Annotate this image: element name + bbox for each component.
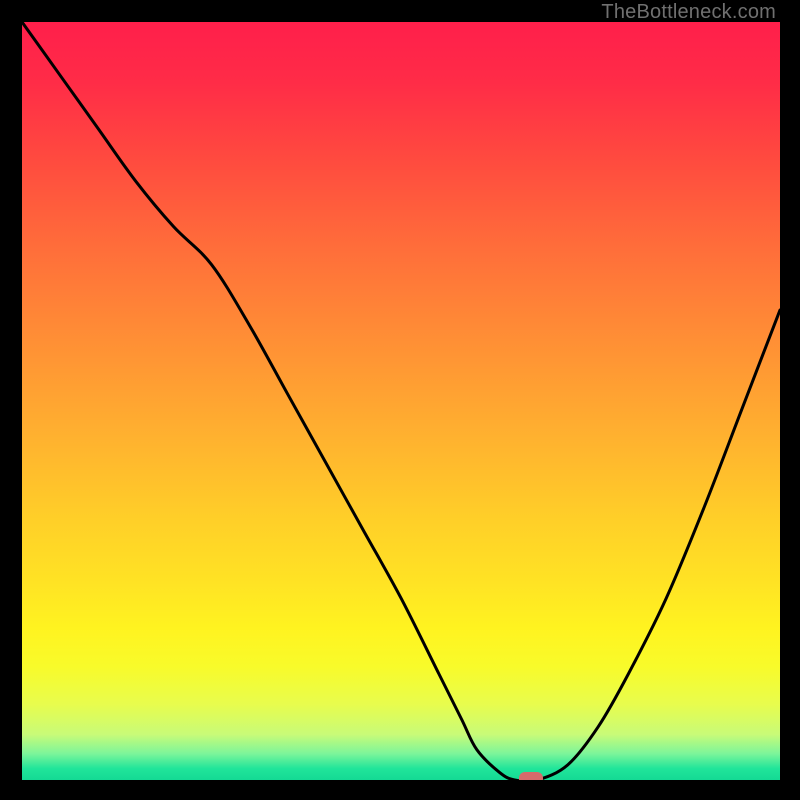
plot-area [22,22,780,780]
optimal-marker [519,772,543,780]
curve-layer [22,22,780,780]
watermark-text: TheBottleneck.com [601,1,776,24]
chart-frame: TheBottleneck.com [0,0,800,800]
bottleneck-curve [22,22,780,780]
